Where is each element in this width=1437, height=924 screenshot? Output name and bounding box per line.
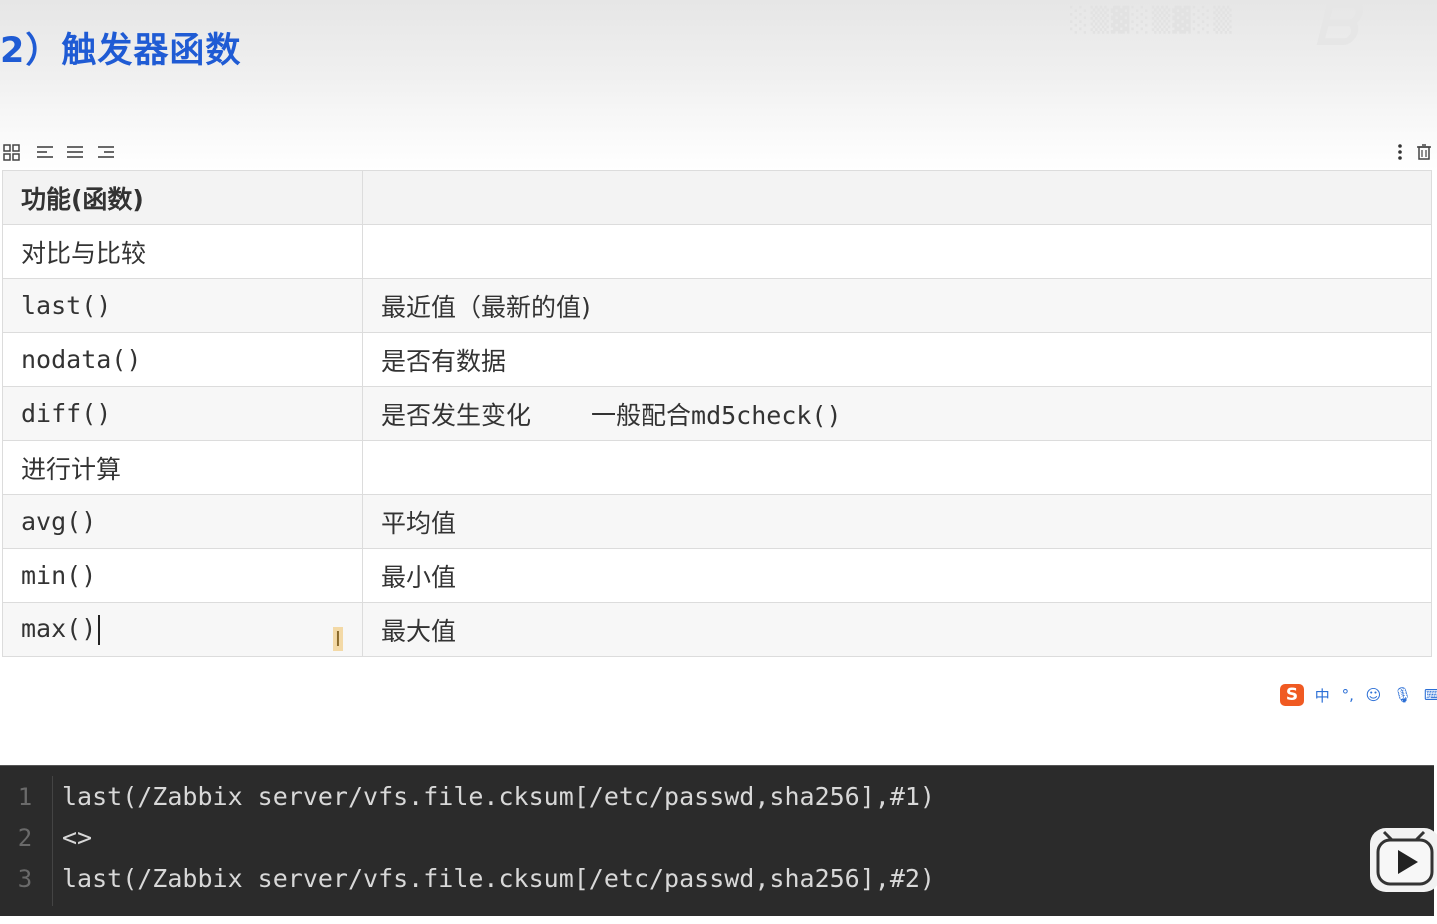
align-right-icon[interactable] xyxy=(96,142,116,162)
ime-toolbar: S 中 °, ☺ 🎙 ⌨ 👤 xyxy=(1280,684,1437,706)
table-cell[interactable]: avg() xyxy=(2,494,363,549)
table-cell[interactable]: diff() xyxy=(2,386,363,441)
ime-punctuation-icon[interactable]: °, xyxy=(1342,686,1354,704)
table-row: nodata() 是否有数据 xyxy=(2,332,1432,387)
table-cell[interactable] xyxy=(362,224,1432,279)
table-cell[interactable]: 进行计算 xyxy=(2,440,363,495)
video-play-button[interactable] xyxy=(1370,828,1437,892)
table-cell[interactable]: last() xyxy=(2,278,363,333)
section-heading: 2）触发器函数 xyxy=(0,31,242,71)
more-options-icon[interactable] xyxy=(1390,142,1410,162)
sogou-ime-logo[interactable]: S xyxy=(1280,684,1304,706)
ime-microphone-icon[interactable]: 🎙 xyxy=(1393,686,1412,704)
code-line[interactable]: last(/Zabbix server/vfs.file.cksum[/etc/… xyxy=(62,864,935,893)
play-icon xyxy=(1376,830,1434,886)
ime-emoji-icon[interactable]: ☺ xyxy=(1366,686,1382,704)
gutter-separator xyxy=(52,776,53,906)
table-cell[interactable]: 最大值 xyxy=(362,602,1432,657)
mouse-ibeam-cursor: I xyxy=(333,627,343,651)
table-row: last() 最近值（最新的值) xyxy=(2,278,1432,333)
text-caret xyxy=(98,615,101,645)
table-row: 对比与比较 xyxy=(2,224,1432,279)
watermark: ░▒▓░▒▓░▒ xyxy=(1070,6,1234,34)
table-row: min() 最小值 xyxy=(2,548,1432,603)
table-toolbar xyxy=(0,140,1437,166)
table-row: max() 最大值 xyxy=(2,602,1432,657)
table-cell[interactable]: 平均值 xyxy=(362,494,1432,549)
align-center-icon[interactable] xyxy=(65,142,85,162)
table-cell[interactable]: 是否有数据 xyxy=(362,332,1432,387)
bilibili-logo-watermark: ᗷ xyxy=(1315,0,1357,58)
align-left-icon[interactable] xyxy=(35,142,55,162)
code-line[interactable]: <> xyxy=(62,823,92,852)
line-number: 3 xyxy=(17,865,33,893)
cell-text: 是否发生变化 xyxy=(381,400,532,430)
table-cell-active[interactable]: max() xyxy=(2,602,363,657)
table-cell[interactable]: 最近值（最新的值) xyxy=(362,278,1432,333)
function-table: 功能(函数) 对比与比较 last() 最近值（最新的值) nodata() 是… xyxy=(2,170,1432,657)
table-header-row: 功能(函数) xyxy=(2,170,1432,225)
table-cell[interactable] xyxy=(362,170,1432,225)
table-cell[interactable]: min() xyxy=(2,548,363,603)
table-cell[interactable]: 最小值 xyxy=(362,548,1432,603)
line-number: 2 xyxy=(17,824,33,852)
code-line[interactable]: last(/Zabbix server/vfs.file.cksum[/etc/… xyxy=(62,782,935,811)
cell-note: 一般配合md5check() xyxy=(591,400,842,430)
code-block[interactable]: 1 last(/Zabbix server/vfs.file.cksum[/et… xyxy=(0,765,1434,916)
delete-table-icon[interactable] xyxy=(1414,142,1434,162)
ime-keyboard-icon[interactable]: ⌨ xyxy=(1424,686,1437,704)
table-row: avg() 平均值 xyxy=(2,494,1432,549)
table-cell[interactable] xyxy=(362,440,1432,495)
table-cell[interactable]: 功能(函数) xyxy=(2,170,363,225)
table-cell[interactable]: 对比与比较 xyxy=(2,224,363,279)
table-row: 进行计算 xyxy=(2,440,1432,495)
table-cell[interactable]: 是否发生变化 一般配合md5check() xyxy=(362,386,1432,441)
table-grid-icon[interactable] xyxy=(2,142,22,162)
cell-text: max() xyxy=(21,614,97,643)
table-cell[interactable]: nodata() xyxy=(2,332,363,387)
line-number: 1 xyxy=(17,783,33,811)
table-row: diff() 是否发生变化 一般配合md5check() xyxy=(2,386,1432,441)
ime-language-toggle[interactable]: 中 xyxy=(1315,685,1330,706)
